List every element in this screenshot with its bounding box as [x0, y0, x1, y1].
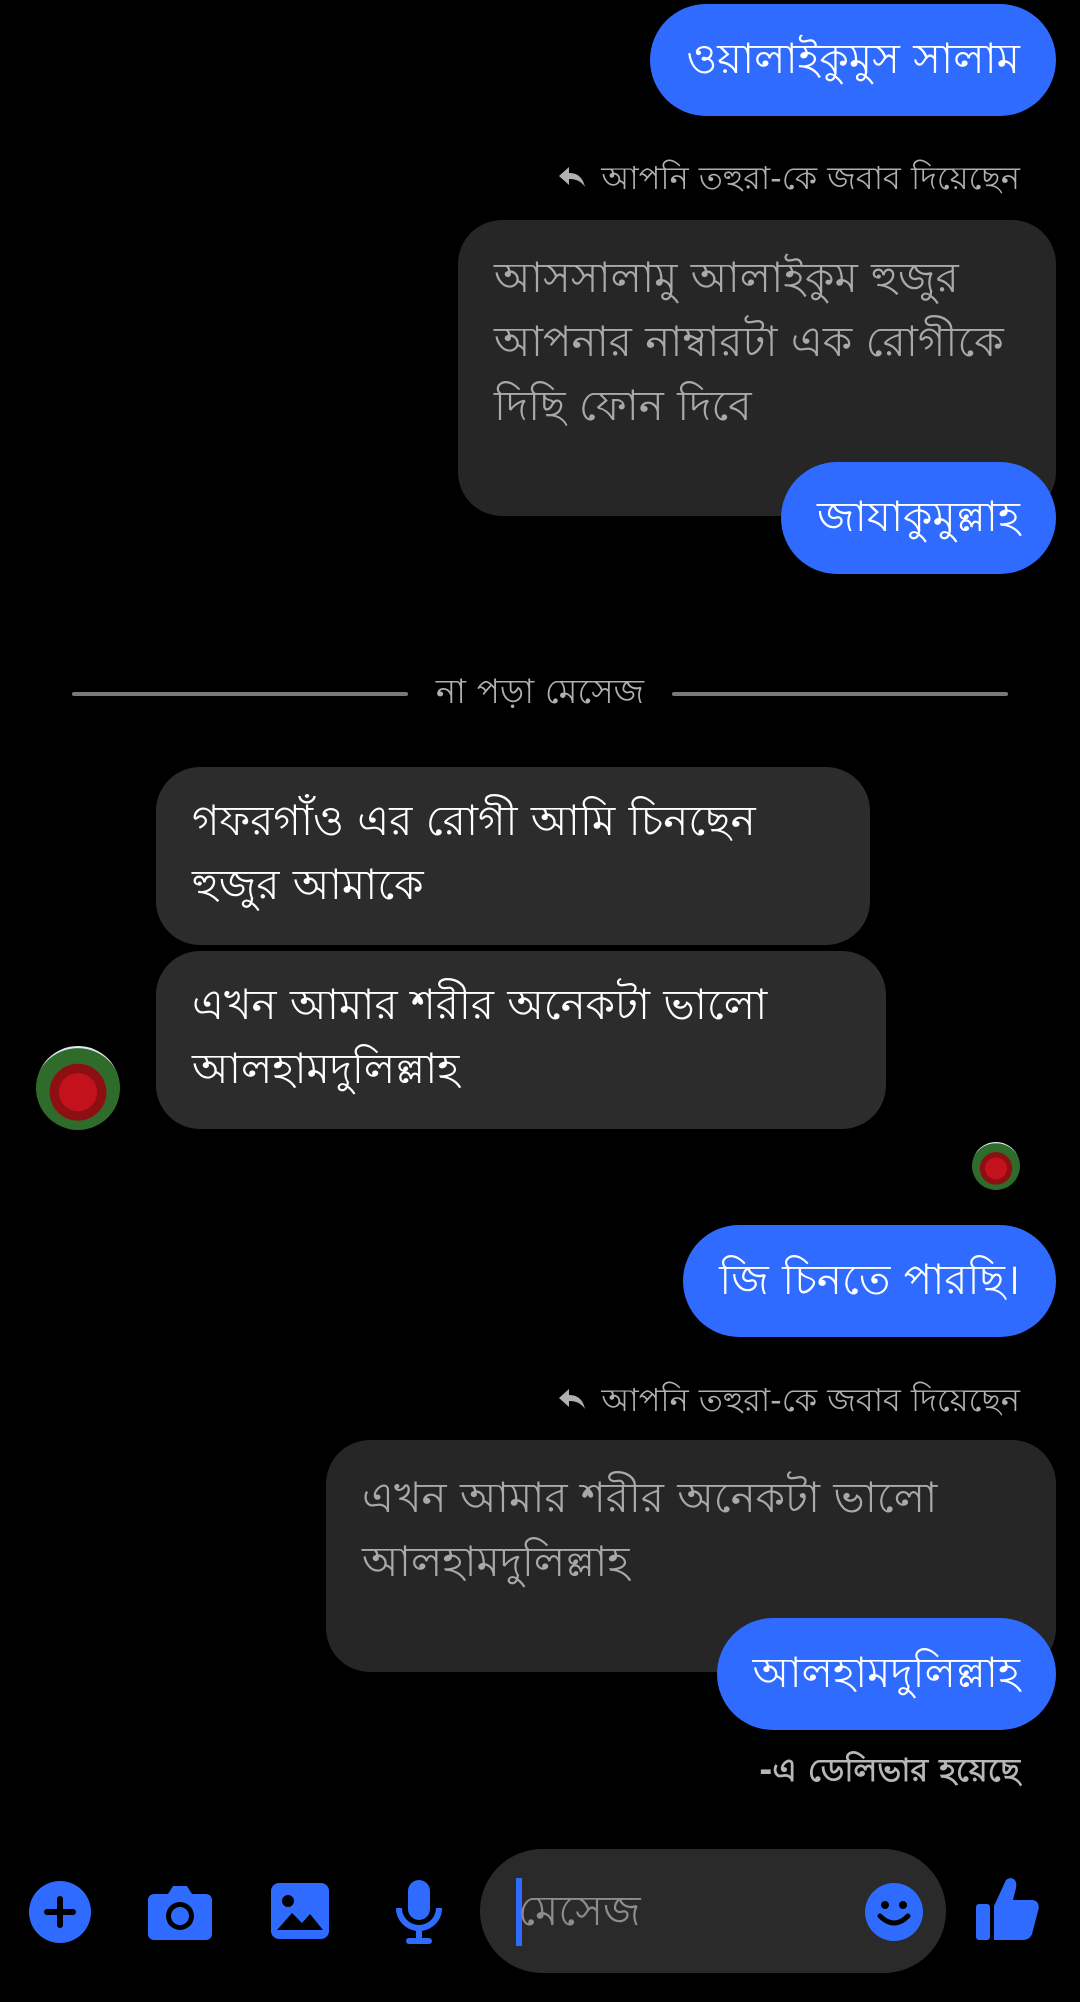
sender-avatar[interactable]: [36, 1046, 120, 1130]
plus-circle-icon[interactable]: [28, 1880, 92, 1944]
reply-note: আপনি তহুরা-কে জবাব দিয়েছেন: [557, 158, 1020, 198]
incoming-message[interactable]: গফরগাঁও এর রোগী আমি চিনছেন হুজুর আমাকে: [156, 767, 870, 945]
camera-icon[interactable]: [146, 1882, 214, 1942]
seen-indicator-avatar: [972, 1142, 1020, 1190]
divider-line: [72, 692, 408, 696]
reply-note-text: আপনি তহুরা-কে জবাব দিয়েছেন: [601, 1381, 1020, 1419]
incoming-message[interactable]: এখন আমার শরীর অনেকটা ভালো আলহামদুলিল্লাহ: [156, 951, 886, 1129]
reply-note: আপনি তহুরা-কে জবাব দিয়েছেন: [557, 1380, 1020, 1420]
outgoing-message[interactable]: জি চিনতে পারছি।: [683, 1225, 1056, 1337]
like-icon[interactable]: [974, 1874, 1040, 1944]
outgoing-message[interactable]: আলহামদুলিল্লাহ: [716, 1618, 1056, 1730]
microphone-icon[interactable]: [394, 1878, 444, 1946]
reply-arrow-icon: [557, 1380, 587, 1420]
emoji-icon[interactable]: [864, 1882, 924, 1942]
outgoing-message[interactable]: ওয়ালাইকুমুস সালাম: [650, 4, 1056, 116]
message-input[interactable]: মেসেজ: [518, 1879, 641, 1943]
reply-arrow-icon: [557, 158, 587, 198]
gallery-icon[interactable]: [270, 1882, 330, 1940]
outgoing-message[interactable]: জাযাকুমুল্লাহ: [781, 462, 1056, 574]
reply-note-text: আপনি তহুরা-কে জবাব দিয়েছেন: [601, 159, 1020, 197]
delivery-status: -এ ডেলিভার হয়েছে: [759, 1751, 1020, 1789]
message-composer[interactable]: মেসেজ: [480, 1849, 946, 1973]
unread-divider-label: না পড়া মেসেজ: [435, 672, 645, 712]
divider-line: [672, 692, 1008, 696]
